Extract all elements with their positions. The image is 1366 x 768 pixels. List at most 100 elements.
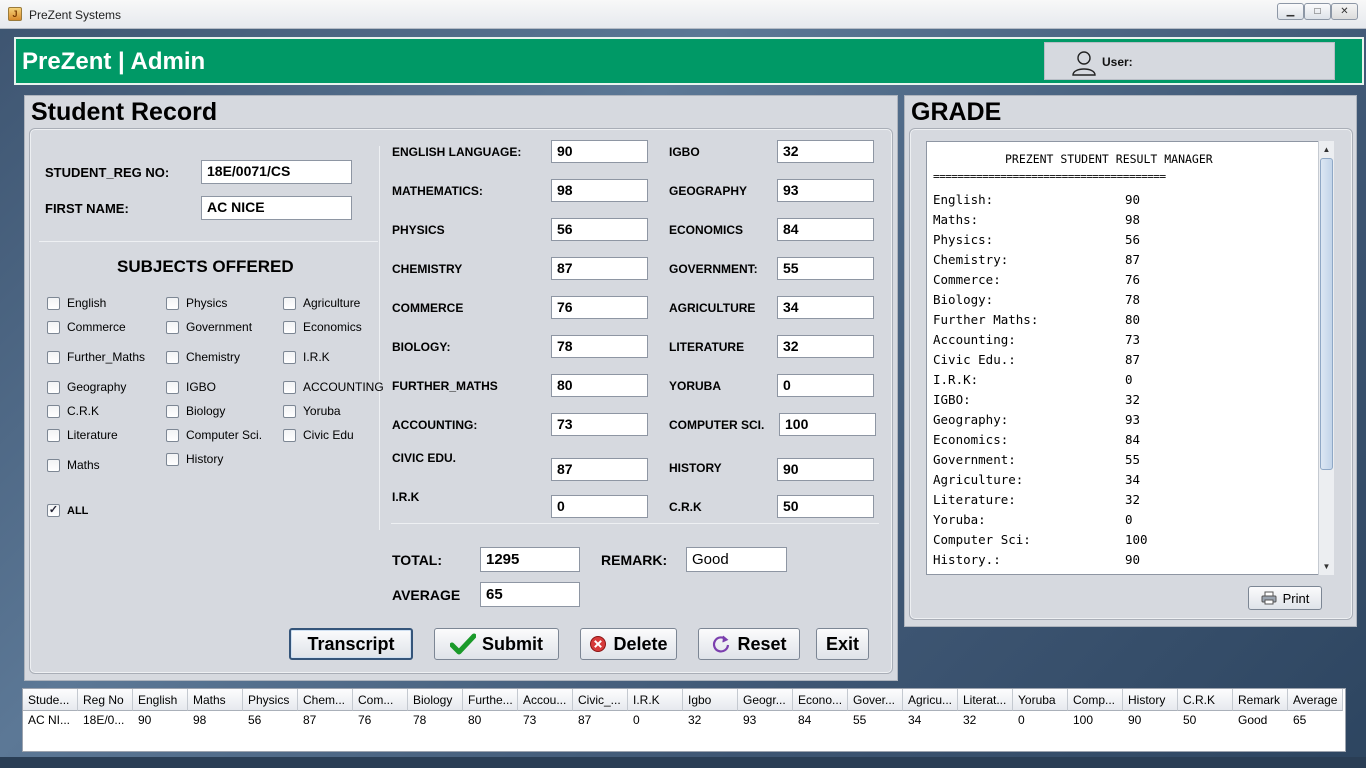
score-field[interactable]: 0 <box>777 374 874 397</box>
all-subjects-checkbox[interactable]: ✓ ALL <box>47 504 88 517</box>
maximize-button[interactable]: □ <box>1304 3 1331 20</box>
table-cell[interactable]: AC NI... <box>23 711 78 730</box>
subject-checkbox-agriculture[interactable]: Agriculture <box>283 296 360 310</box>
subject-checkbox-further-maths[interactable]: Further_Maths <box>47 350 145 364</box>
score-field[interactable]: 76 <box>551 296 648 319</box>
score-field[interactable]: 87 <box>551 257 648 280</box>
table-cell[interactable]: 78 <box>408 711 463 730</box>
table-cell[interactable]: 80 <box>463 711 518 730</box>
score-field[interactable]: 78 <box>551 335 648 358</box>
subject-checkbox-accounting[interactable]: ACCOUNTING <box>283 380 384 394</box>
scroll-up-arrow-icon[interactable]: ▲ <box>1319 142 1334 157</box>
grade-text-area[interactable]: PREZENT STUDENT RESULT MANAGER =========… <box>926 141 1334 575</box>
score-field[interactable]: 73 <box>551 413 648 436</box>
table-header-cell[interactable]: Biology <box>408 689 463 711</box>
score-field[interactable]: 32 <box>777 335 874 358</box>
table-cell[interactable]: 34 <box>903 711 958 730</box>
table-cell[interactable]: 93 <box>738 711 793 730</box>
table-cell[interactable]: 98 <box>188 711 243 730</box>
print-button[interactable]: Print <box>1248 586 1322 610</box>
total-field[interactable]: 1295 <box>480 547 580 572</box>
table-cell[interactable]: 100 <box>1068 711 1123 730</box>
table-header-cell[interactable]: Furthe... <box>463 689 518 711</box>
subject-checkbox-chemistry[interactable]: Chemistry <box>166 350 240 364</box>
subject-checkbox-civic-edu[interactable]: Civic Edu <box>283 428 354 442</box>
table-cell[interactable]: 32 <box>683 711 738 730</box>
table-cell[interactable]: Good <box>1233 711 1288 730</box>
table-header-cell[interactable]: Chem... <box>298 689 353 711</box>
table-header-cell[interactable]: C.R.K <box>1178 689 1233 711</box>
subject-checkbox-economics[interactable]: Economics <box>283 320 362 334</box>
table-cell[interactable]: 87 <box>573 711 628 730</box>
table-header-cell[interactable]: Comp... <box>1068 689 1123 711</box>
minimize-button[interactable]: ▁ <box>1277 3 1304 20</box>
average-field[interactable]: 65 <box>480 582 580 607</box>
table-cell[interactable]: 50 <box>1178 711 1233 730</box>
table-header-cell[interactable]: Igbo <box>683 689 738 711</box>
table-header-cell[interactable]: Econo... <box>793 689 848 711</box>
table-header-cell[interactable]: Geogr... <box>738 689 793 711</box>
subject-checkbox-c-r-k[interactable]: C.R.K <box>47 404 99 418</box>
subject-checkbox-maths[interactable]: Maths <box>47 458 100 472</box>
subject-checkbox-government[interactable]: Government <box>166 320 252 334</box>
table-cell[interactable]: 0 <box>1013 711 1068 730</box>
exit-button[interactable]: Exit <box>816 628 869 660</box>
table-header-cell[interactable]: Reg No <box>78 689 133 711</box>
table-cell[interactable]: 65 <box>1288 711 1343 730</box>
table-cell[interactable]: 32 <box>958 711 1013 730</box>
table-header-cell[interactable]: Remark <box>1233 689 1288 711</box>
score-field[interactable]: 55 <box>777 257 874 280</box>
table-header-cell[interactable]: Maths <box>188 689 243 711</box>
score-field[interactable]: 32 <box>777 140 874 163</box>
score-field[interactable]: 50 <box>777 495 874 518</box>
student-results-table[interactable]: Stude... AC NI... Reg No 18E/0... English 90 M… <box>22 688 1346 752</box>
reset-button[interactable]: Reset <box>698 628 800 660</box>
reg-no-field[interactable]: 18E/0071/CS <box>201 160 352 184</box>
table-header-cell[interactable]: Yoruba <box>1013 689 1068 711</box>
table-cell[interactable]: 90 <box>133 711 188 730</box>
table-header-cell[interactable]: Literat... <box>958 689 1013 711</box>
table-cell[interactable]: 76 <box>353 711 408 730</box>
table-header-cell[interactable]: Agricu... <box>903 689 958 711</box>
subject-checkbox-geography[interactable]: Geography <box>47 380 126 394</box>
table-header-cell[interactable]: Gover... <box>848 689 903 711</box>
table-header-cell[interactable]: Stude... <box>23 689 78 711</box>
score-field[interactable]: 90 <box>551 140 648 163</box>
score-field[interactable]: 84 <box>777 218 874 241</box>
table-header-cell[interactable]: I.R.K <box>628 689 683 711</box>
score-field[interactable]: 100 <box>779 413 876 436</box>
table-header-cell[interactable]: English <box>133 689 188 711</box>
scroll-down-arrow-icon[interactable]: ▼ <box>1319 559 1334 574</box>
delete-button[interactable]: Delete <box>580 628 677 660</box>
score-field[interactable]: 98 <box>551 179 648 202</box>
remark-field[interactable]: Good <box>686 547 787 572</box>
score-field[interactable]: 0 <box>551 495 648 518</box>
subject-checkbox-literature[interactable]: Literature <box>47 428 118 442</box>
scrollbar-thumb[interactable] <box>1320 158 1333 470</box>
subject-checkbox-commerce[interactable]: Commerce <box>47 320 126 334</box>
table-cell[interactable]: 84 <box>793 711 848 730</box>
table-cell[interactable]: 56 <box>243 711 298 730</box>
submit-button[interactable]: Submit <box>434 628 559 660</box>
score-field[interactable]: 80 <box>551 374 648 397</box>
score-field[interactable]: 87 <box>551 458 648 481</box>
first-name-field[interactable]: AC NICE <box>201 196 352 220</box>
table-header-cell[interactable]: Average <box>1288 689 1343 711</box>
subject-checkbox-i-r-k[interactable]: I.R.K <box>283 350 330 364</box>
transcript-button[interactable]: Transcript <box>289 628 413 660</box>
table-cell[interactable]: 73 <box>518 711 573 730</box>
table-header-cell[interactable]: Physics <box>243 689 298 711</box>
subject-checkbox-computer-sci[interactable]: Computer Sci. <box>166 428 262 442</box>
subject-checkbox-biology[interactable]: Biology <box>166 404 225 418</box>
subject-checkbox-igbo[interactable]: IGBO <box>166 380 216 394</box>
table-header-cell[interactable]: Com... <box>353 689 408 711</box>
table-cell[interactable]: 90 <box>1123 711 1178 730</box>
table-cell[interactable]: 0 <box>628 711 683 730</box>
table-header-cell[interactable]: Civic_... <box>573 689 628 711</box>
score-field[interactable]: 90 <box>777 458 874 481</box>
score-field[interactable]: 56 <box>551 218 648 241</box>
score-field[interactable]: 93 <box>777 179 874 202</box>
subject-checkbox-history[interactable]: History <box>166 452 223 466</box>
subject-checkbox-physics[interactable]: Physics <box>166 296 227 310</box>
table-cell[interactable]: 18E/0... <box>78 711 133 730</box>
